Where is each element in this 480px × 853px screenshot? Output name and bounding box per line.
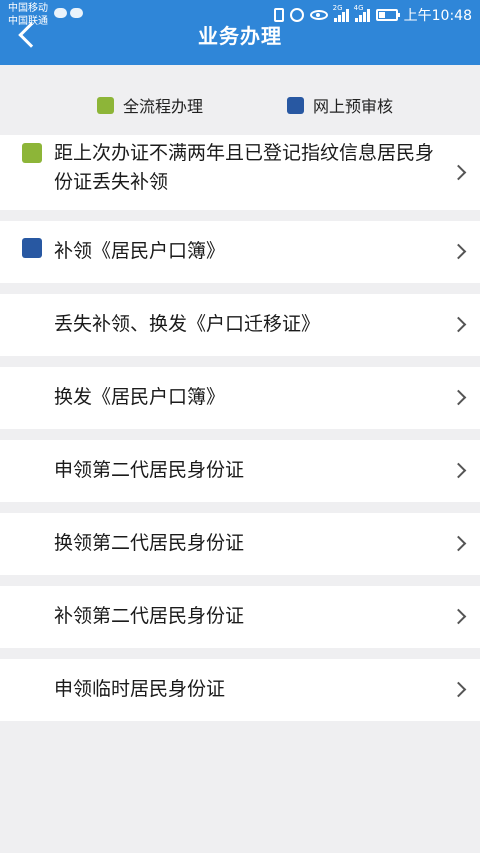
list-item-label: 距上次办证不满两年且已登记指纹信息居民身份证丢失补领 bbox=[54, 142, 435, 193]
list-item-label: 申领第二代居民身份证 bbox=[54, 459, 245, 481]
notification-icons bbox=[54, 8, 83, 18]
signal-4g-label: 4G bbox=[353, 4, 364, 12]
list-item-label: 换领第二代居民身份证 bbox=[54, 532, 245, 554]
chevron-right-icon bbox=[450, 243, 467, 260]
chevron-right-icon bbox=[450, 681, 467, 698]
legend-item-review: 网上预审核 bbox=[287, 93, 393, 117]
list-item[interactable]: 换发《居民户口簿》 bbox=[0, 367, 480, 429]
carrier-1-label: 中国移动 bbox=[8, 3, 48, 14]
legend: 全流程办理 网上预审核 bbox=[0, 65, 480, 135]
app-header: 中国移动 中国联通 2G 4G 上午10:48 业务办理 bbox=[0, 0, 480, 65]
wechat-icon bbox=[54, 8, 67, 18]
list-item[interactable]: 换领第二代居民身份证 bbox=[0, 513, 480, 575]
list-item-label: 补领第二代居民身份证 bbox=[54, 605, 245, 627]
list-item[interactable]: 补领第二代居民身份证 bbox=[0, 586, 480, 648]
legend-item-full: 全流程办理 bbox=[97, 93, 203, 117]
chevron-right-icon bbox=[450, 462, 467, 479]
eye-icon bbox=[309, 10, 328, 20]
chevron-right-icon bbox=[450, 389, 467, 406]
chevron-right-icon bbox=[450, 535, 467, 552]
legend-blue-square-icon bbox=[287, 96, 304, 114]
message-icon bbox=[70, 8, 83, 18]
legend-label: 网上预审核 bbox=[313, 97, 394, 116]
legend-green-square-icon bbox=[97, 96, 114, 114]
list-item[interactable]: 距上次办证不满两年且已登记指纹信息居民身份证丢失补领 bbox=[0, 135, 480, 210]
list-item-label: 补领《居民户口簿》 bbox=[54, 240, 226, 262]
list-item[interactable]: 补领《居民户口簿》 bbox=[0, 221, 480, 283]
list-item[interactable]: 申领第二代居民身份证 bbox=[0, 440, 480, 502]
list-item-label: 申领临时居民身份证 bbox=[54, 678, 226, 700]
chevron-right-icon bbox=[450, 164, 467, 180]
blue-square-icon bbox=[22, 238, 42, 258]
list-item[interactable]: 丢失补领、换发《户口迁移证》 bbox=[0, 294, 480, 356]
signal-2g-label: 2G bbox=[332, 4, 343, 12]
page-title: 业务办理 bbox=[198, 24, 282, 48]
legend-label: 全流程办理 bbox=[123, 97, 204, 116]
list-item-label: 丢失补领、换发《户口迁移证》 bbox=[54, 313, 321, 335]
list-item[interactable]: 申领临时居民身份证 bbox=[0, 659, 480, 721]
green-square-icon bbox=[22, 143, 42, 163]
list-item-label: 换发《居民户口簿》 bbox=[54, 386, 226, 408]
service-list: 距上次办证不满两年且已登记指纹信息居民身份证丢失补领补领《居民户口簿》丢失补领、… bbox=[0, 135, 480, 732]
chevron-right-icon bbox=[450, 316, 467, 333]
chevron-right-icon bbox=[450, 608, 467, 625]
